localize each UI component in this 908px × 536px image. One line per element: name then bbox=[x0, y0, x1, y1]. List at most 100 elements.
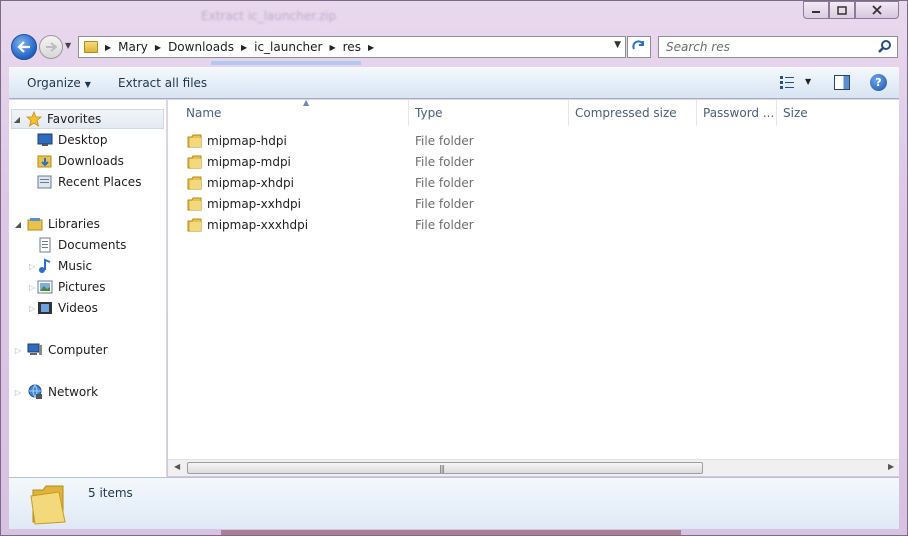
nav-music-label: Music bbox=[58, 259, 93, 273]
nav-computer[interactable]: ▷ Computer bbox=[13, 340, 108, 360]
expand-icon[interactable]: ▷ bbox=[29, 304, 35, 313]
nav-computer-label: Computer bbox=[48, 343, 108, 357]
nav-network[interactable]: ▷ Network bbox=[13, 382, 98, 402]
file-name: mipmap-xhdpi bbox=[207, 176, 294, 190]
column-header-password[interactable]: Password ... bbox=[697, 100, 777, 126]
expand-icon[interactable]: ▷ bbox=[29, 262, 35, 271]
view-options-dropdown-icon[interactable]: ▼ bbox=[805, 77, 811, 86]
file-type: File folder bbox=[415, 134, 474, 148]
column-header-compressed-size[interactable]: Compressed size bbox=[569, 100, 697, 126]
back-button[interactable] bbox=[11, 34, 37, 60]
item-count: 5 items bbox=[88, 486, 133, 500]
minimize-button[interactable] bbox=[803, 1, 829, 19]
file-row[interactable]: mipmap-xxhdpi File folder bbox=[168, 194, 899, 215]
star-icon bbox=[26, 111, 42, 127]
refresh-button[interactable] bbox=[627, 36, 651, 58]
window-title: Extract ic_launcher.zip bbox=[201, 9, 337, 23]
nav-favorites[interactable]: ◢ Favorites bbox=[11, 109, 164, 129]
file-type: File folder bbox=[415, 155, 474, 169]
nav-videos-label: Videos bbox=[58, 301, 98, 315]
organize-button[interactable]: Organize ▼ bbox=[27, 76, 91, 90]
nav-recent-places-label: Recent Places bbox=[58, 175, 142, 189]
search-box[interactable] bbox=[658, 36, 898, 58]
taskbar-peek bbox=[221, 530, 681, 535]
nav-documents[interactable]: Documents bbox=[37, 235, 126, 255]
nav-recent-places[interactable]: Recent Places bbox=[37, 172, 141, 192]
column-header-type[interactable]: Type bbox=[409, 100, 569, 126]
file-type: File folder bbox=[415, 197, 474, 211]
desktop-icon bbox=[37, 133, 53, 146]
breadcrumb-separator-icon[interactable]: ▶ bbox=[329, 43, 335, 52]
videos-icon bbox=[38, 302, 52, 314]
folder-icon bbox=[187, 218, 202, 232]
nav-pictures-label: Pictures bbox=[58, 280, 106, 294]
details-pane: 5 items bbox=[9, 477, 899, 529]
help-icon[interactable]: ? bbox=[870, 74, 887, 91]
folder-icon bbox=[30, 485, 66, 525]
close-button[interactable] bbox=[855, 1, 899, 19]
nav-downloads-label: Downloads bbox=[58, 154, 124, 168]
nav-videos[interactable]: ▷ Videos bbox=[29, 298, 98, 318]
horizontal-scrollbar[interactable]: ◀ ||| ▶ bbox=[168, 459, 899, 476]
music-icon bbox=[39, 258, 51, 273]
search-icon[interactable] bbox=[877, 39, 893, 55]
expand-icon[interactable]: ▷ bbox=[29, 283, 35, 292]
window-controls bbox=[803, 1, 899, 19]
breadcrumb-item[interactable]: res bbox=[343, 40, 361, 54]
organize-label: Organize bbox=[27, 76, 81, 90]
scroll-left-icon[interactable]: ◀ bbox=[174, 462, 180, 471]
breadcrumb-separator-icon[interactable]: ▶ bbox=[155, 43, 161, 52]
nav-downloads[interactable]: Downloads bbox=[37, 151, 124, 171]
file-row[interactable]: mipmap-xhdpi File folder bbox=[168, 173, 899, 194]
maximize-icon bbox=[837, 5, 847, 15]
address-dropdown-icon[interactable]: ▼ bbox=[614, 40, 621, 50]
search-input[interactable] bbox=[659, 37, 869, 57]
file-row[interactable]: mipmap-mdpi File folder bbox=[168, 152, 899, 173]
breadcrumb-item[interactable]: ic_launcher bbox=[254, 40, 322, 54]
column-header-size[interactable]: Size bbox=[777, 100, 877, 126]
libraries-icon bbox=[27, 218, 43, 231]
column-header-name[interactable]: ▲ Name bbox=[180, 98, 409, 126]
file-name: mipmap-hdpi bbox=[207, 134, 287, 148]
folder-icon bbox=[187, 197, 202, 211]
nav-music[interactable]: ▷ Music bbox=[29, 256, 92, 276]
recent-pages-dropdown[interactable]: ▼ bbox=[65, 41, 71, 50]
breadcrumb-item[interactable]: Downloads bbox=[168, 40, 234, 54]
breadcrumb-separator-icon[interactable]: ▶ bbox=[241, 43, 247, 52]
downloads-folder-icon bbox=[37, 155, 52, 168]
folder-icon bbox=[84, 41, 98, 53]
expand-icon[interactable]: ▷ bbox=[13, 388, 23, 397]
folder-icon bbox=[187, 134, 202, 148]
title-bar[interactable]: Extract ic_launcher.zip bbox=[1, 1, 907, 31]
scrollbar-thumb[interactable]: ||| bbox=[187, 462, 703, 474]
collapse-icon[interactable]: ◢ bbox=[12, 115, 22, 124]
change-view-icon[interactable] bbox=[779, 75, 795, 89]
nav-libraries[interactable]: ◢ Libraries bbox=[13, 214, 100, 234]
folder-icon bbox=[187, 155, 202, 169]
nav-network-label: Network bbox=[48, 385, 99, 399]
forward-arrow-icon bbox=[46, 42, 57, 52]
collapse-icon[interactable]: ◢ bbox=[13, 220, 23, 229]
breadcrumb-item[interactable]: Mary bbox=[118, 40, 148, 54]
breadcrumb-separator-icon[interactable]: ▶ bbox=[105, 43, 111, 52]
file-name: mipmap-xxhdpi bbox=[207, 197, 302, 211]
nav-libraries-label: Libraries bbox=[48, 217, 100, 231]
breadcrumb-separator-icon[interactable]: ▶ bbox=[368, 43, 374, 52]
file-row[interactable]: mipmap-xxxhdpi File folder bbox=[168, 215, 899, 236]
back-arrow-icon bbox=[17, 41, 30, 53]
expand-icon[interactable]: ▷ bbox=[13, 346, 23, 355]
file-row[interactable]: mipmap-hdpi File folder bbox=[168, 131, 899, 152]
grip-icon: ||| bbox=[439, 464, 445, 473]
extract-all-button[interactable]: Extract all files bbox=[118, 76, 207, 90]
preview-pane-icon[interactable] bbox=[834, 75, 850, 90]
scroll-right-icon[interactable]: ▶ bbox=[888, 462, 894, 471]
nav-pictures[interactable]: ▷ Pictures bbox=[29, 277, 106, 297]
file-name: mipmap-xxxhdpi bbox=[207, 218, 309, 232]
forward-button[interactable] bbox=[39, 35, 63, 59]
address-row: ▼ ▶ Mary ▶ Downloads ▶ ic_launcher ▶ res… bbox=[1, 31, 907, 63]
address-bar[interactable]: ▶ Mary ▶ Downloads ▶ ic_launcher ▶ res ▶… bbox=[78, 36, 626, 58]
computer-icon bbox=[27, 343, 42, 355]
maximize-button[interactable] bbox=[829, 1, 855, 19]
nav-desktop-label: Desktop bbox=[58, 133, 108, 147]
nav-desktop[interactable]: Desktop bbox=[37, 130, 108, 150]
